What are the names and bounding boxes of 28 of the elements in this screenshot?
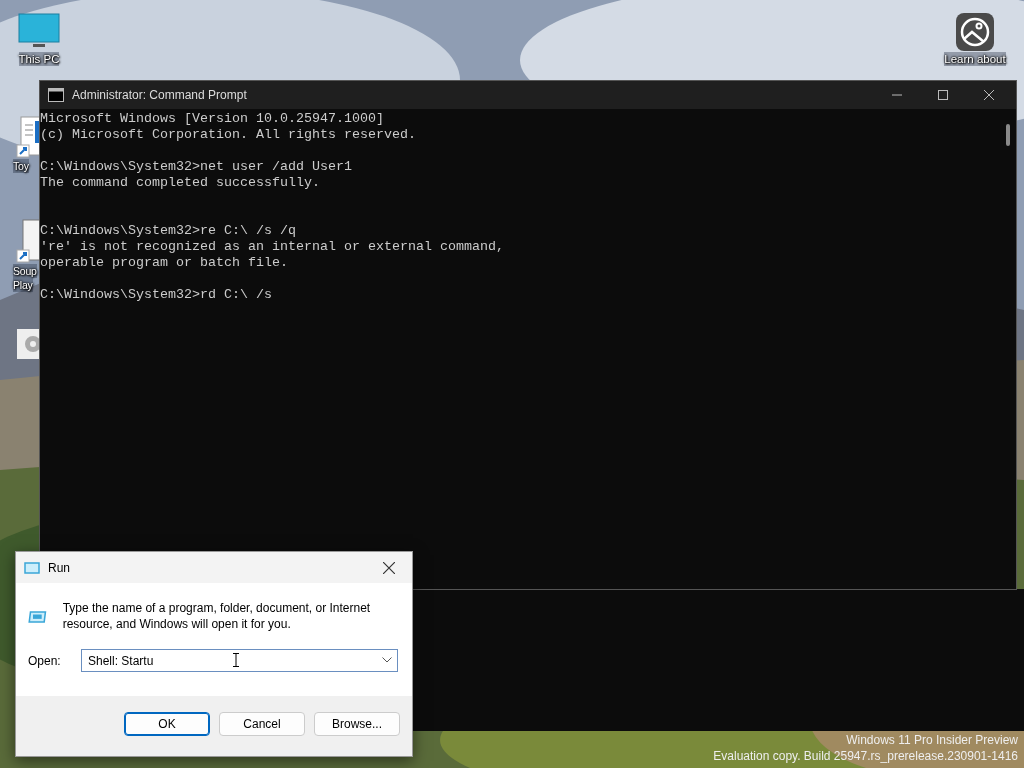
- dialog-button[interactable]: Cancel: [219, 712, 305, 736]
- dialog-button[interactable]: OK: [124, 712, 210, 736]
- dialog-title: Run: [48, 559, 71, 577]
- close-icon: [383, 561, 395, 574]
- maximize-icon: [938, 90, 948, 100]
- dialog-button[interactable]: Browse...: [314, 712, 400, 736]
- console-line: C:\Windows\System32>rd C:\ /s: [40, 287, 273, 303]
- console-line: operable program or batch file.: [40, 255, 289, 271]
- close-icon: [984, 90, 994, 100]
- console-line: (c) Microsoft Corporation. All rights reserved.: [40, 127, 417, 143]
- console-line: C:\Windows\System32>net user /add User1: [40, 159, 353, 175]
- console-line: 're' is not recognized as an internal or external command,: [40, 239, 505, 255]
- window-title: Administrator: Command Prompt: [72, 87, 248, 104]
- file-shortcut-icon[interactable]: [13, 218, 39, 264]
- open-combobox[interactable]: Shell: Startu: [81, 649, 398, 672]
- run-icon: [24, 561, 40, 574]
- console-line: Microsoft Windows [Version 10.0.25947.1000]: [40, 111, 385, 127]
- scrollbar-thumb[interactable]: [1006, 124, 1010, 146]
- edition-text: Evaluation copy. Build 25947.rs_prerelease.230901-1416: [713, 748, 1018, 764]
- dropdown-caret-icon[interactable]: [382, 657, 392, 663]
- instruction-text: Type the name of a program, folder, document, or Internet resource, and Windows will open it for you.: [62, 601, 372, 632]
- image-icon[interactable]: [955, 12, 995, 52]
- console-line: C:\Windows\System32>re C:\ /s /q: [40, 223, 297, 239]
- open-label: Open:: [28, 652, 62, 670]
- edition-text: Windows 11 Pro Insider Preview: [845, 732, 1018, 748]
- text-cursor-icon: [233, 653, 239, 667]
- console-line: The command completed successfully.: [40, 175, 321, 191]
- console-icon: [48, 88, 64, 102]
